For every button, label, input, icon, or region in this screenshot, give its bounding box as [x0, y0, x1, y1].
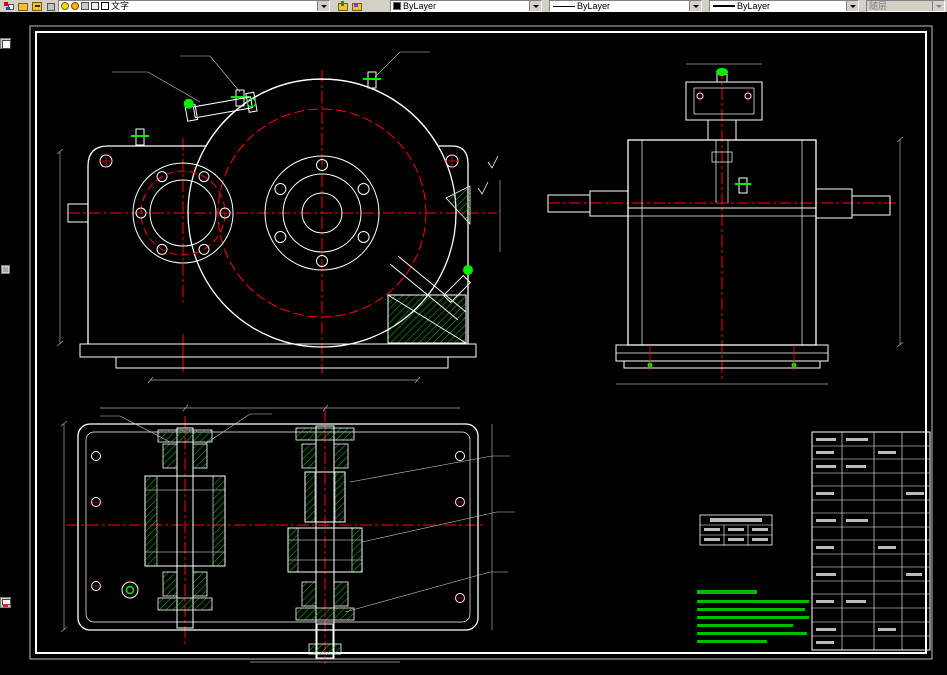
color-swatch: [393, 2, 401, 10]
plotstyle-control-combo: 随层: [866, 0, 945, 12]
plotstyle-dropdown-arrow: [932, 1, 944, 11]
layer-dropdown-arrow[interactable]: [317, 1, 329, 11]
drawing-canvas[interactable]: [0, 12, 947, 675]
front-view: [56, 51, 501, 384]
layer-states-icon[interactable]: [30, 0, 42, 11]
plan-dimensions: [60, 404, 493, 663]
gear-parameter-table: [699, 514, 773, 546]
oil-gauge-hatch: [445, 185, 471, 226]
sheet-frame: [29, 25, 933, 660]
drain-plug: [121, 581, 139, 599]
lineweight-dropdown-arrow[interactable]: [846, 1, 858, 11]
layer-properties-icon[interactable]: [2, 0, 14, 11]
current-layer-name: 文字: [111, 1, 130, 11]
linetype-control-combo[interactable]: ByLayer: [549, 0, 702, 12]
cad-window: 文字 ByLayer ByLayer ByLayer 随层: [0, 0, 947, 675]
title-block: [811, 431, 931, 651]
current-linetype-name: ByLayer: [577, 1, 611, 11]
current-lineweight-name: ByLayer: [737, 1, 771, 11]
lineweight-sample-icon: [713, 5, 735, 7]
housing-bolts: [131, 71, 381, 146]
plot-icon[interactable]: [91, 2, 99, 10]
make-object-layer-current-icon[interactable]: [336, 0, 348, 11]
inspection-cap: [685, 68, 763, 141]
docked-toolbar-icon[interactable]: [1, 265, 10, 274]
linetype-dropdown-arrow[interactable]: [689, 1, 701, 11]
layer-filter-icon[interactable]: [44, 0, 56, 11]
plan-view: [60, 404, 515, 664]
color-control-combo[interactable]: ByLayer: [390, 0, 542, 12]
current-plotstyle-name: 随层: [869, 1, 888, 11]
gearbox-drawing: [29, 25, 933, 664]
color-dropdown-arrow[interactable]: [529, 1, 541, 11]
layer-previous-icon[interactable]: [350, 0, 362, 11]
technical-notes: [697, 590, 809, 643]
oil-sump: [387, 255, 467, 344]
layer-color-swatch: [101, 2, 109, 10]
title-block-text-marks: [816, 438, 924, 644]
lineweight-control-combo[interactable]: ByLayer: [709, 0, 859, 12]
layer-control-combo[interactable]: 文字: [58, 0, 330, 12]
lightbulb-icon[interactable]: [61, 2, 69, 10]
current-color-name: ByLayer: [403, 1, 437, 11]
side-dimensions: [616, 63, 904, 385]
layers-icon[interactable]: [16, 0, 28, 11]
lock-icon[interactable]: [81, 2, 89, 10]
vent-assembly: [183, 91, 258, 122]
side-view: [547, 63, 904, 385]
docked-toolbar-icon[interactable]: [0, 38, 11, 49]
docked-toolbar-icon[interactable]: [0, 597, 11, 608]
linetype-sample-icon: [553, 5, 575, 7]
sun-icon[interactable]: [71, 2, 79, 10]
